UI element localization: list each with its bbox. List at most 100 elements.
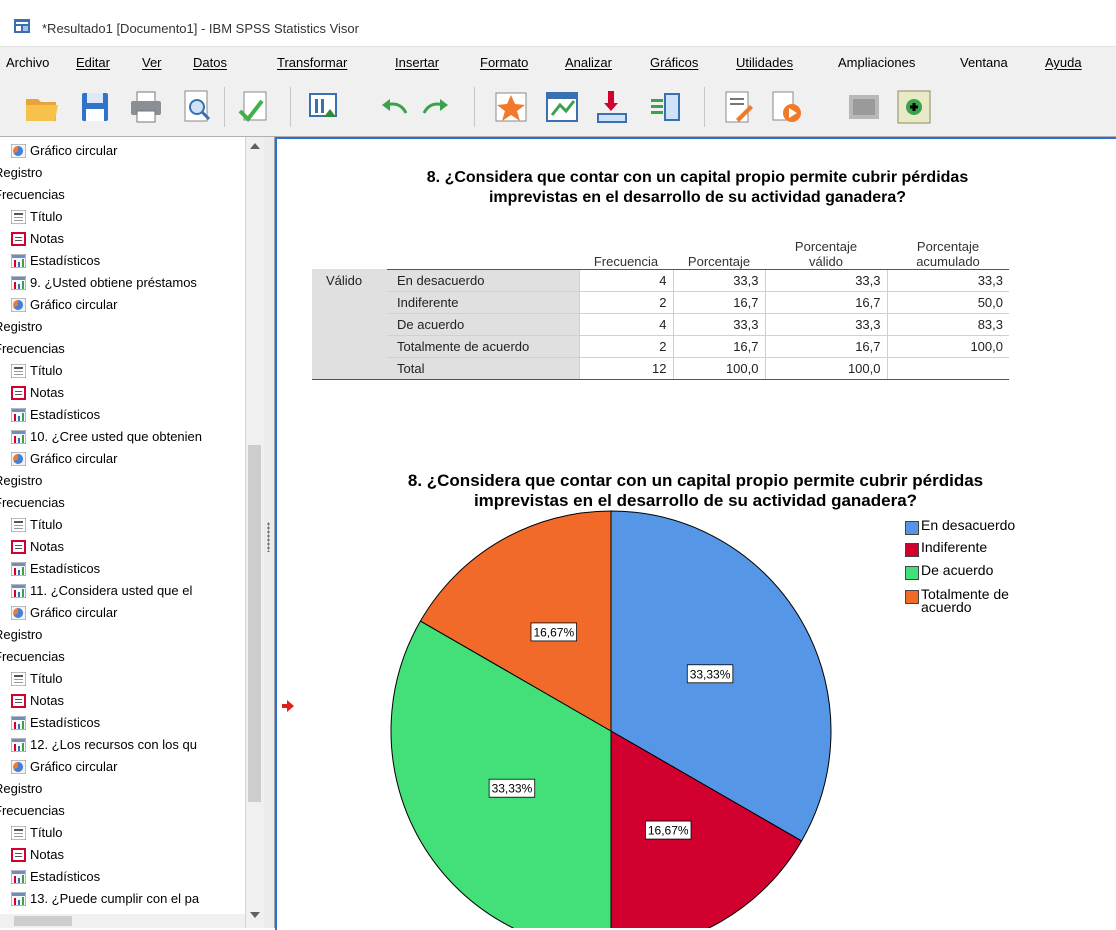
pie-chart-icon [11,451,26,466]
menu-datos[interactable]: Datos [193,55,227,70]
outline-item[interactable]: Título [11,668,63,689]
outline-item[interactable]: Gráfico circular [11,756,117,777]
goto-data-icon[interactable] [306,89,342,125]
table-row[interactable]: Total 12 100,0 100,0 [312,356,1009,380]
pane-splitter[interactable] [264,137,275,928]
outline-item[interactable]: Frecuencias [0,646,65,667]
insert-cases-icon[interactable] [594,89,630,125]
outline-item[interactable]: Título [11,360,63,381]
table-row[interactable]: Indiferente 2 16,7 16,7 50,0 [312,290,1009,313]
menu-ayuda[interactable]: Ayuda [1045,55,1082,70]
outline-item[interactable]: Gráfico circular [11,294,117,315]
menu-formato[interactable]: Formato [480,55,528,70]
cell-porcentaje-valido: 100,0 [764,356,887,380]
outline-item[interactable]: 13. ¿Puede cumplir con el pa [11,888,199,909]
outline-item[interactable]: Registro [0,316,42,337]
outline-item-label: Título [30,825,63,840]
table-row[interactable]: De acuerdo 4 33,3 33,3 83,3 [312,312,1009,335]
notes-icon [11,847,26,862]
outline-item[interactable]: Título [11,822,63,843]
outline-item[interactable]: Frecuencias [0,800,65,821]
outline-item[interactable]: Registro [0,624,42,645]
outline-item[interactable]: Registro [0,162,42,183]
horizontal-scrollbar-thumb[interactable] [14,916,72,926]
menu-utilidades[interactable]: Utilidades [736,55,793,70]
legend-swatch [905,543,919,557]
outline-item[interactable]: Notas [11,690,64,711]
splitter-grip-icon[interactable] [267,522,270,552]
outline-item[interactable]: Gráfico circular [11,448,117,469]
cell-porcentaje-acumulado: 100,0 [886,334,1009,357]
print-icon[interactable] [128,89,164,125]
outline-item[interactable]: Notas [11,536,64,557]
create-report-icon[interactable] [720,89,756,125]
outline-item[interactable]: Estadísticos [11,558,100,579]
undo-icon[interactable] [376,89,412,125]
menu-transformar[interactable]: Transformar [277,55,347,70]
cell-porcentaje: 16,7 [672,290,765,313]
frequency-table[interactable]: Frecuencia Porcentaje Porcentaje válido P… [312,219,1009,380]
goto-case-icon[interactable] [493,89,529,125]
outline-item[interactable]: Estadísticos [11,404,100,425]
menu-archivo[interactable]: Archivo [6,55,49,70]
outline-item[interactable]: Gráfico circular [11,602,117,623]
outline-item[interactable]: 11. ¿Considera usted que el [11,580,192,601]
outline-item[interactable]: Notas [11,382,64,403]
legend-label-line2: acuerdo [921,599,972,615]
outline-item[interactable]: Registro [0,470,42,491]
menu-ver[interactable]: Ver [142,55,162,70]
outline-item[interactable]: Gráfico circular [11,140,117,161]
expand-icon[interactable] [896,89,932,125]
outline-item[interactable]: Estadísticos [11,712,100,733]
outline-item[interactable]: 12. ¿Los recursos con los qu [11,734,197,755]
outline-item[interactable]: Frecuencias [0,184,65,205]
header-valid-line2: válido [809,253,843,269]
redo-icon[interactable] [418,89,454,125]
menu-insertar[interactable]: Insertar [395,55,439,70]
outline-item-label: Registro [0,627,43,642]
run-script-icon[interactable] [768,89,804,125]
outline-horizontal-scrollbar[interactable] [0,914,245,928]
outline-item[interactable]: 9. ¿Usted obtiene préstamos [11,272,197,293]
pie-chart[interactable]: 33,33% 16,67% 33,33% 16,67% [380,510,840,928]
title-bar: *Resultado1 [Documento1] - IBM SPSS Stat… [0,0,1116,46]
scrollbar-thumb[interactable] [248,445,261,802]
goto-variable-icon[interactable] [544,89,580,125]
outline-item-label: Gráfico circular [30,759,118,774]
scroll-up-arrow-icon[interactable] [250,143,260,149]
outline-vertical-scrollbar[interactable] [245,137,264,928]
print-preview-icon[interactable] [179,89,215,125]
open-folder-icon[interactable] [24,89,60,125]
cell-porcentaje: 16,7 [672,334,765,357]
menu-ampliaciones[interactable]: Ampliaciones [838,55,915,70]
menu-analizar[interactable]: Analizar [565,55,612,70]
insert-variable-icon[interactable] [648,89,684,125]
outline-item[interactable]: Frecuencias [0,338,65,359]
table-row[interactable]: Totalmente de acuerdo 2 16,7 16,7 100,0 [312,334,1009,357]
outline-item[interactable]: 10. ¿Cree usted que obtenien [11,426,202,447]
export-icon[interactable] [236,89,272,125]
outline-item[interactable]: Estadísticos [11,866,100,887]
menu-ventana[interactable]: Ventana [960,55,1008,70]
notes-icon [11,539,26,554]
header-frecuencia: Frecuencia [593,253,659,269]
outline-item[interactable]: Registro [0,778,42,799]
outline-item[interactable]: Notas [11,228,64,249]
menu-editar[interactable]: Editar [76,55,110,70]
scroll-down-arrow-icon[interactable] [250,912,260,918]
save-icon[interactable] [77,89,113,125]
legend-item: Totalmente de acuerdo [905,587,1009,615]
table-row[interactable]: Válido En desacuerdo 4 33,3 33,3 33,3 [312,268,1009,380]
outline-item-label: Título [30,363,63,378]
outline-item-label: Título [30,517,63,532]
outline-pane[interactable]: Gráfico circular Registro Frecuencias Títul… [0,137,264,928]
outline-item[interactable]: Título [11,206,63,227]
outline-item[interactable]: Frecuencias [0,492,65,513]
outline-item[interactable]: Estadísticos [11,250,100,271]
outline-item[interactable]: Título [11,514,63,535]
legend-item: En desacuerdo [905,518,1015,535]
menu-graficos[interactable]: Gráficos [650,55,698,70]
outline-item-label: Notas [30,231,64,246]
outline-item-label: Notas [30,539,64,554]
outline-item[interactable]: Notas [11,844,64,865]
